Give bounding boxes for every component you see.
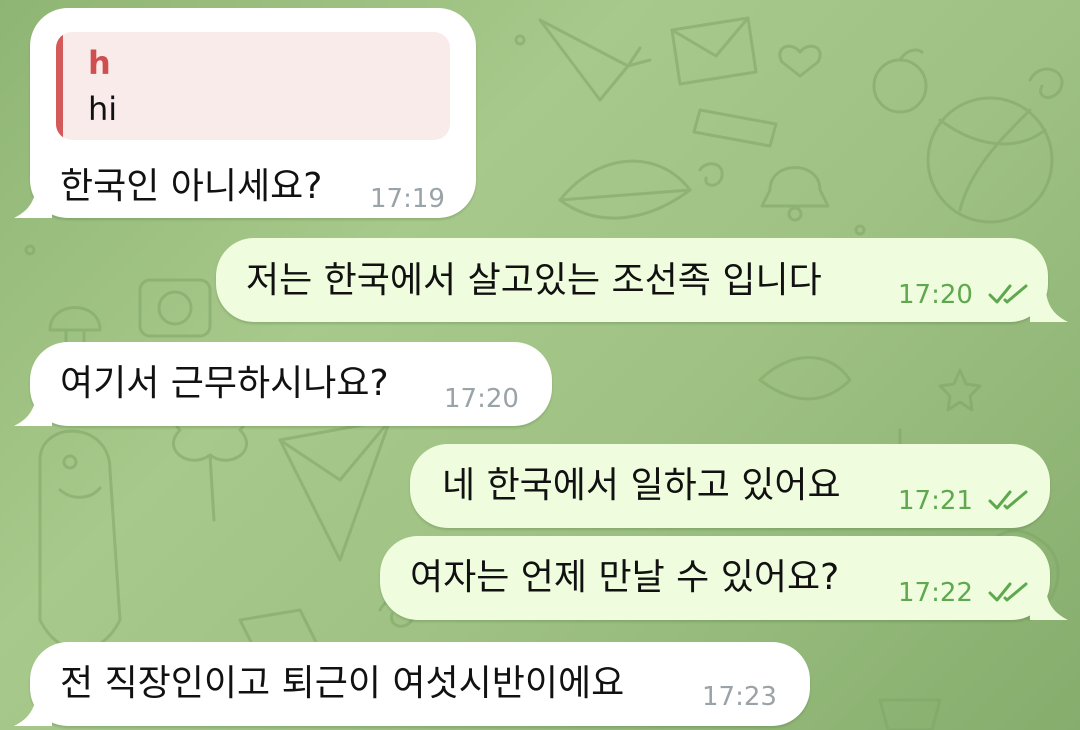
bubble-tail	[1030, 292, 1068, 322]
double-check-icon	[988, 284, 1028, 304]
message-time: 17:22	[898, 578, 973, 608]
message-bubble-outgoing[interactable]: 여자는 언제 만날 수 있어요? 17:22	[380, 536, 1050, 620]
reply-accent-bar	[56, 32, 63, 140]
message-bubble-outgoing[interactable]: 네 한국에서 일하고 있어요 17:21	[410, 444, 1050, 528]
message-text: 여기서 근무하시나요?	[60, 363, 389, 404]
message-time: 17:20	[444, 384, 519, 414]
reply-sender-name: h	[88, 44, 111, 82]
bubble-tail	[1030, 590, 1068, 620]
message-text: 여자는 언제 만날 수 있어요?	[410, 557, 840, 598]
message-text: 네 한국에서 일하고 있어요	[442, 465, 841, 506]
message-time: 17:21	[898, 486, 973, 516]
reply-quote[interactable]: h hi	[56, 32, 450, 140]
message-time: 17:20	[898, 280, 973, 310]
message-time: 17:19	[370, 184, 445, 214]
message-time: 17:23	[702, 682, 777, 712]
message-bubble-incoming[interactable]: 전 직장인이고 퇴근이 여섯시반이에요 17:23	[30, 642, 810, 726]
bubble-tail	[14, 188, 52, 218]
double-check-icon	[988, 490, 1028, 510]
bubble-tail	[14, 696, 52, 726]
bubble-tail	[14, 396, 52, 426]
message-text: 저는 한국에서 살고있는 조선족 입니다	[246, 260, 822, 301]
reply-message-text: hi	[88, 90, 118, 128]
message-bubble-incoming[interactable]: h hi 한국인 아니세요? 17:19	[30, 8, 476, 218]
double-check-icon	[988, 582, 1028, 602]
message-text: 전 직장인이고 퇴근이 여섯시반이에요	[60, 663, 625, 704]
message-bubble-incoming[interactable]: 여기서 근무하시나요? 17:20	[30, 342, 552, 426]
message-bubble-outgoing[interactable]: 저는 한국에서 살고있는 조선족 입니다 17:20	[216, 238, 1048, 322]
message-text: 한국인 아니세요?	[60, 166, 323, 207]
